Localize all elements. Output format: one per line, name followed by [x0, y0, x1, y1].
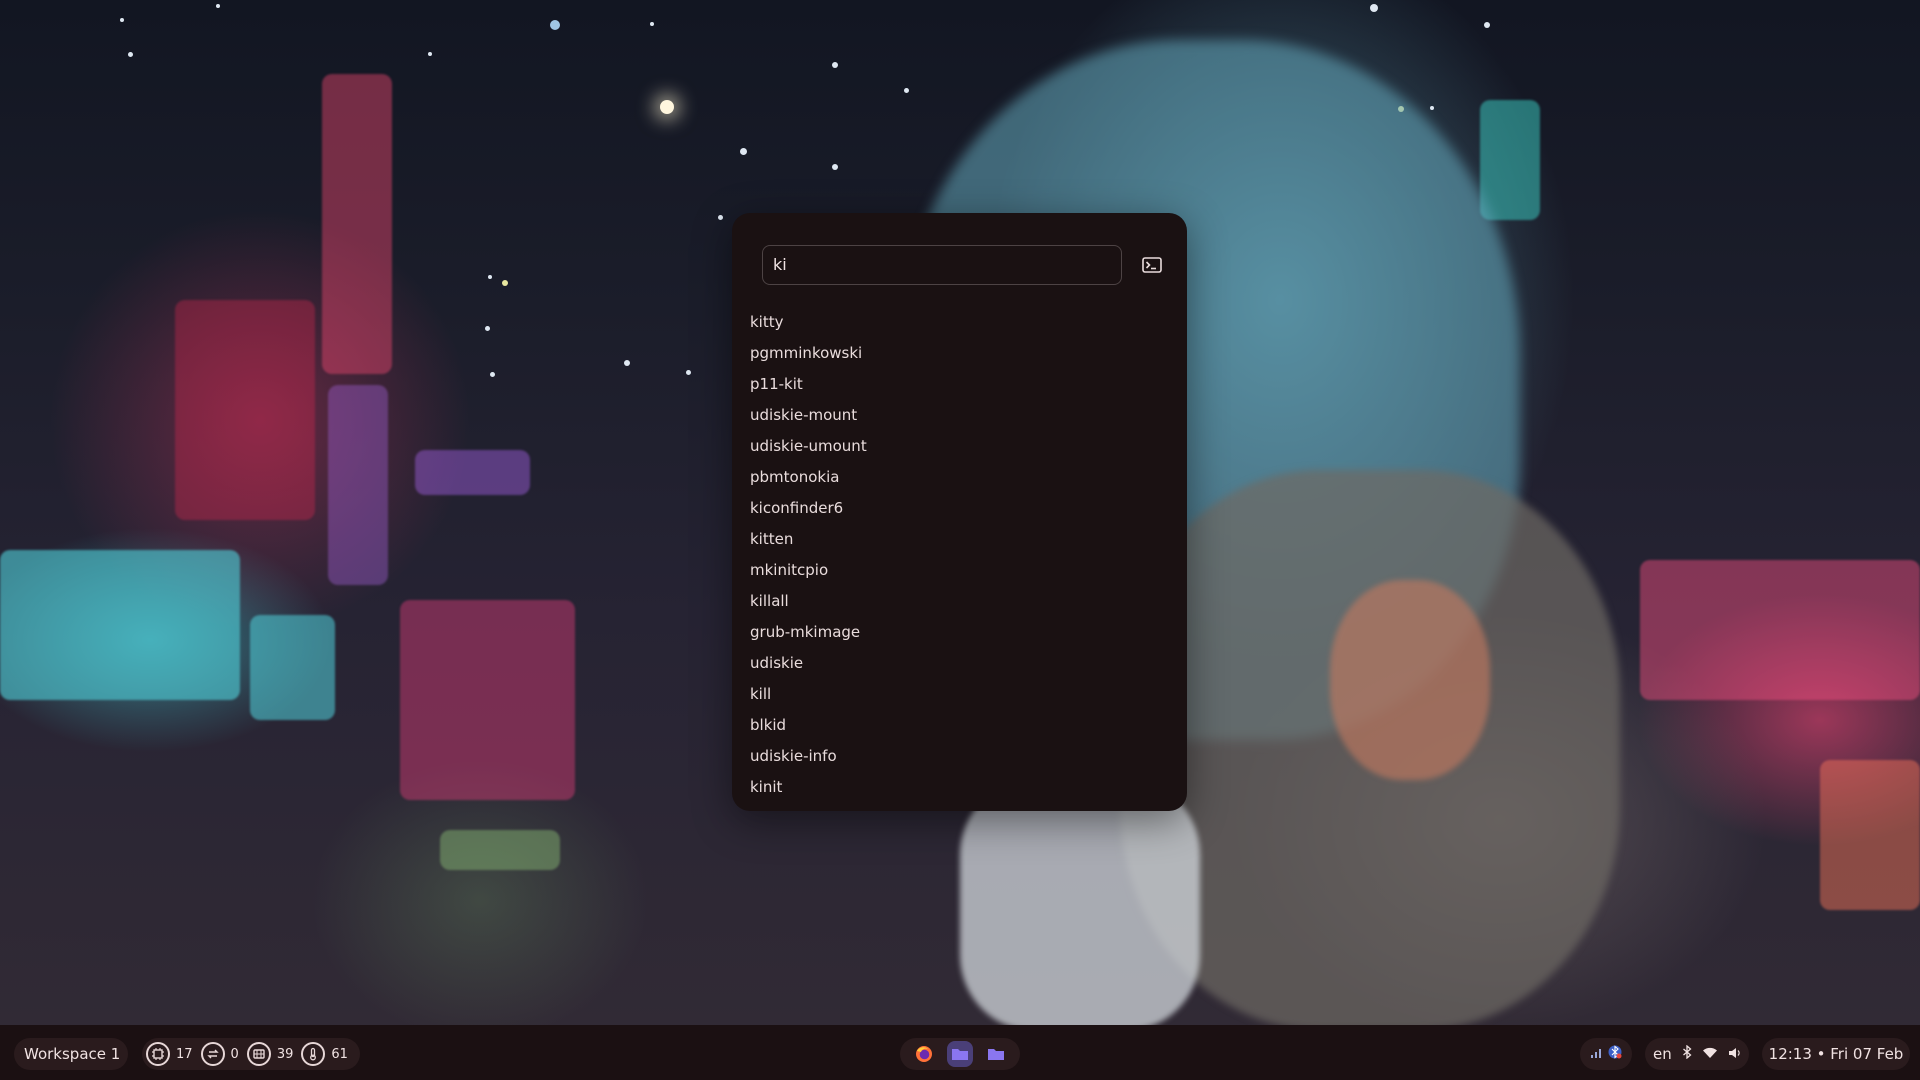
result-item[interactable]: pbmtonokia — [732, 462, 1187, 493]
firefox-icon[interactable] — [911, 1041, 937, 1067]
taskbar: Workspace 1 17 0 39 61 en 12:13 • Fri 07… — [0, 1025, 1920, 1080]
system-tray — [1580, 1038, 1632, 1070]
workspace-indicator[interactable]: Workspace 1 — [14, 1038, 128, 1070]
swap-value: 0 — [230, 1046, 239, 1062]
result-item[interactable]: blkid — [732, 710, 1187, 741]
clock-text: 12:13 • Fri 07 Feb — [1768, 1045, 1904, 1063]
result-item[interactable]: p11-kit — [732, 369, 1187, 400]
result-item[interactable]: kitten — [732, 524, 1187, 555]
folder-icon[interactable] — [983, 1041, 1009, 1067]
result-item[interactable]: kitty — [732, 307, 1187, 338]
result-item[interactable]: udiskie-umount — [732, 431, 1187, 462]
results-list: kitty pgmminkowski p11-kit udiskie-mount… — [732, 307, 1187, 803]
system-stats: 17 0 39 61 — [142, 1038, 360, 1070]
cpu-value: 17 — [176, 1046, 193, 1062]
result-item[interactable]: udiskie-info — [732, 741, 1187, 772]
signal-bars-icon[interactable] — [1590, 1045, 1604, 1063]
result-item[interactable]: kill — [732, 679, 1187, 710]
result-item[interactable]: mkinitcpio — [732, 555, 1187, 586]
bluetooth-icon[interactable] — [1682, 1044, 1692, 1063]
result-item[interactable]: killall — [732, 586, 1187, 617]
folder-icon[interactable] — [947, 1041, 973, 1067]
app-dock — [900, 1038, 1020, 1070]
memory-icon — [246, 1042, 271, 1066]
cpu-icon — [146, 1042, 170, 1066]
terminal-icon[interactable] — [1140, 253, 1164, 277]
result-item[interactable]: grub-mkimage — [732, 617, 1187, 648]
bluetooth-tray-icon[interactable] — [1608, 1044, 1622, 1064]
result-item[interactable]: udiskie — [732, 648, 1187, 679]
result-item[interactable]: udiskie-mount — [732, 400, 1187, 431]
swap-icon — [200, 1042, 225, 1066]
clock[interactable]: 12:13 • Fri 07 Feb — [1762, 1038, 1910, 1070]
memory-value: 39 — [276, 1046, 294, 1062]
result-item[interactable]: kinit — [732, 772, 1187, 803]
volume-icon[interactable] — [1728, 1045, 1742, 1063]
result-item[interactable]: pgmminkowski — [732, 338, 1187, 369]
system-status[interactable]: en — [1645, 1038, 1749, 1070]
keyboard-language[interactable]: en — [1653, 1045, 1672, 1063]
wifi-icon[interactable] — [1702, 1045, 1718, 1063]
app-launcher: kitty pgmminkowski p11-kit udiskie-mount… — [732, 213, 1187, 811]
result-item[interactable]: kiconfinder6 — [732, 493, 1187, 524]
search-box[interactable] — [762, 245, 1122, 285]
search-input[interactable] — [773, 246, 1103, 283]
temperature-icon — [301, 1042, 326, 1066]
temperature-value: 61 — [331, 1046, 348, 1062]
workspace-label: Workspace 1 — [24, 1045, 121, 1063]
